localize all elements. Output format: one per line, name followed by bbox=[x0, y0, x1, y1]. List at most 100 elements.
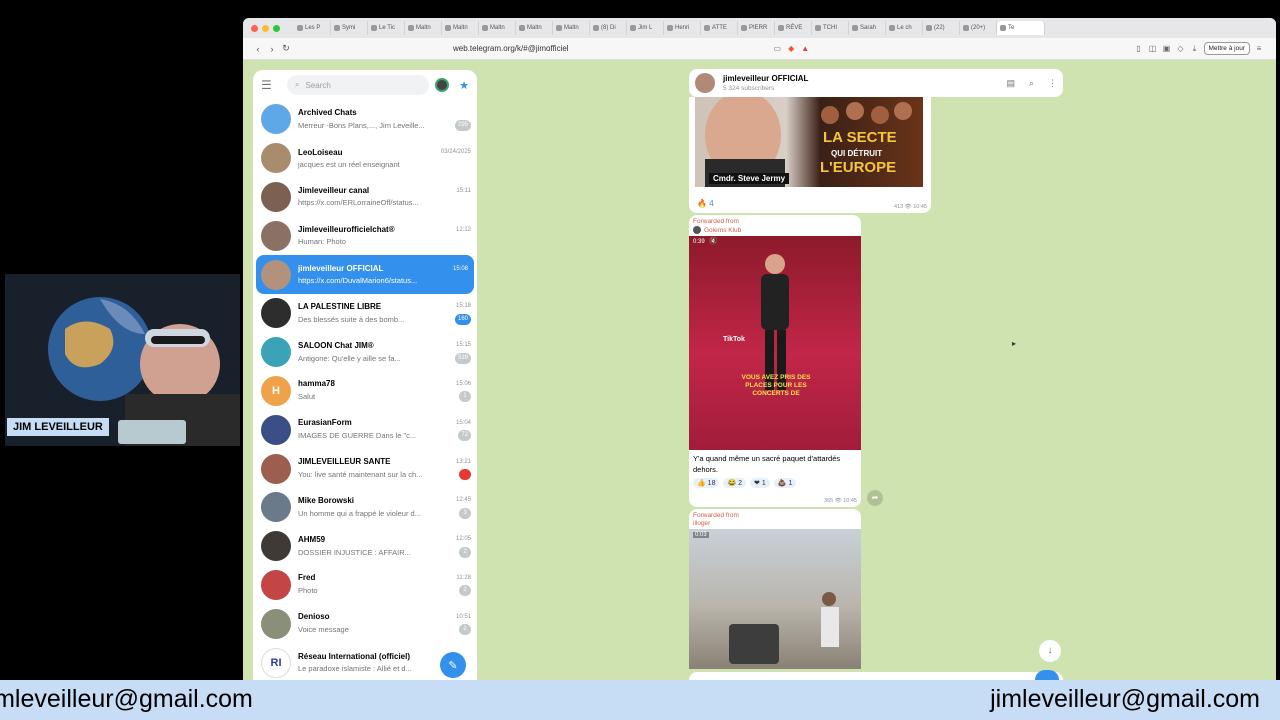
chat-list-item[interactable]: SALOON Chat JIM® 15:15 Antigone: Qu'elle y… bbox=[253, 333, 477, 372]
reaction-3[interactable]: ❤ 1 bbox=[750, 478, 770, 488]
chat-list-item[interactable]: Fred 11:28 Photo 2 bbox=[253, 566, 477, 605]
video-frame-art bbox=[729, 592, 839, 664]
forward-source[interactable]: Golems Klub bbox=[689, 225, 861, 236]
reaction-1[interactable]: 👍 18 bbox=[693, 478, 720, 488]
discussion-icon[interactable]: ▤ bbox=[1006, 78, 1015, 89]
chat-list-item[interactable]: Jimleveilleur canal 15:11 https://x.com/ER… bbox=[253, 178, 477, 217]
chat-avatar bbox=[261, 337, 291, 368]
chat-list-item[interactable]: AHM59 12:05 DOSSIER INJUSTICE : AFFAIR... 2 bbox=[253, 527, 477, 566]
chat-list-item[interactable]: Archived Chats Merreur -Bons Plans,..., J… bbox=[253, 100, 477, 139]
chat-list-item[interactable]: EurasianForm 15:04 IMAGES DE GUERRE Dans l… bbox=[253, 410, 477, 449]
cast-icon[interactable]: ▭ bbox=[772, 44, 782, 53]
chat-list-item[interactable]: jimleveilleur OFFICIAL 15:08 https://x.com… bbox=[256, 255, 474, 294]
brave-shield-icon[interactable]: ◆ bbox=[786, 44, 796, 53]
chat-preview: Human: Photo bbox=[298, 237, 346, 247]
browser-tab[interactable]: Symi bbox=[331, 21, 368, 35]
minimize-window-button[interactable] bbox=[262, 24, 269, 32]
extensions-icon[interactable]: ◫ bbox=[1148, 44, 1158, 53]
chat-name: LeoLoiseau bbox=[298, 147, 343, 157]
chat-avatar: H bbox=[261, 375, 291, 406]
url-input[interactable]: web.telegram.org/k/#@jimofficiel bbox=[453, 44, 772, 53]
browser-tab[interactable]: Maltn bbox=[479, 21, 516, 35]
sidebar-icon[interactable]: ▯ bbox=[1134, 44, 1144, 53]
maximize-window-button[interactable] bbox=[273, 24, 280, 32]
more-options-icon[interactable]: ⋮ bbox=[1048, 78, 1057, 89]
scroll-down-icon[interactable]: ↓ bbox=[1039, 640, 1061, 662]
chat-list-item[interactable]: Mike Borowski 12:45 Un homme qui a frappé … bbox=[253, 488, 477, 527]
chat-preview: https://x.com/ERLorraineOff/status... bbox=[298, 198, 419, 208]
browser-tab[interactable]: PIERR bbox=[738, 21, 775, 35]
video-player[interactable]: 0:39 🔇 TikTok VOUS AVEZ PRIS DES PLACES … bbox=[689, 236, 861, 450]
tab-favicon-icon bbox=[667, 25, 673, 31]
search-icon[interactable]: ⌕ bbox=[1029, 78, 1034, 89]
chat-name: SALOON Chat JIM® bbox=[298, 340, 374, 350]
update-button[interactable]: Mettre à jour bbox=[1203, 42, 1250, 55]
compose-pencil-icon[interactable]: ✎ bbox=[440, 652, 466, 678]
browser-tab[interactable]: Maltn bbox=[405, 21, 442, 35]
story-avatar-icon[interactable] bbox=[435, 78, 450, 92]
chat-list-item[interactable]: JIMLEVEILLEUR SANTE 13:21 You: live santé … bbox=[253, 449, 477, 488]
chat-time: 15:18 bbox=[455, 303, 471, 310]
browser-tab[interactable]: Sarah bbox=[849, 21, 886, 35]
chat-name: Archived Chats bbox=[298, 107, 357, 117]
share-icon[interactable]: ➦ bbox=[867, 490, 883, 506]
browser-tab[interactable]: Maltn bbox=[442, 21, 479, 35]
browser-tab[interactable]: Te bbox=[997, 21, 1045, 35]
menu-icon[interactable]: ≡ bbox=[1254, 44, 1264, 53]
browser-tab[interactable]: (22) bbox=[923, 21, 960, 35]
tab-label: (8) Di bbox=[601, 25, 616, 31]
hamburger-menu-icon[interactable]: ☰ bbox=[261, 78, 281, 92]
close-window-button[interactable] bbox=[251, 24, 258, 32]
browser-tab[interactable]: RÉVE bbox=[775, 21, 812, 35]
search-input[interactable]: ⌕ Search bbox=[287, 75, 430, 95]
chat-header[interactable]: jimleveilleur OFFICIAL 5 324 subscribers… bbox=[689, 69, 1063, 97]
vpn-icon[interactable]: ◇ bbox=[1176, 44, 1186, 53]
tab-favicon-icon bbox=[889, 25, 895, 31]
reactions: 🔥 4 bbox=[693, 199, 718, 208]
tab-label: Jim L bbox=[638, 25, 653, 31]
message-post-2[interactable]: Forwarded from Golems Klub 0:39 🔇 TikTok… bbox=[689, 215, 861, 507]
video-player[interactable]: 0:03 bbox=[689, 529, 861, 669]
chat-list-item[interactable]: Hhamma78 15:06 Salut 1 bbox=[253, 372, 477, 411]
post-image[interactable]: LA SECTE QUI DÉTRUIT L'EUROPE Cmdr. Stev… bbox=[695, 97, 923, 187]
browser-tab[interactable]: TCHI bbox=[812, 21, 849, 35]
browser-tab[interactable]: Les P bbox=[294, 21, 331, 35]
sidebar-header: ☰ ⌕ Search ★ bbox=[253, 70, 477, 100]
browser-tab[interactable]: Maltn bbox=[553, 21, 590, 35]
reaction-2[interactable]: 😂 2 bbox=[723, 478, 747, 488]
message-post-3[interactable]: Forwarded from illoger 0:03 bbox=[689, 509, 861, 669]
tab-favicon-icon bbox=[963, 25, 969, 31]
chat-list-item[interactable]: LeoLoiseau 03/24/2025 jacques est un réel … bbox=[253, 139, 477, 178]
browser-tab[interactable]: (20+) bbox=[960, 21, 997, 35]
chat-name: LA PALESTINE LIBRE bbox=[298, 301, 382, 311]
chat-list-item[interactable]: Jimleveilleurofficielchat® 12:12 Human: Ph… bbox=[253, 216, 477, 255]
browser-tab[interactable]: Jim L bbox=[627, 21, 664, 35]
tab-strip: Les P Symi Le Tic Maltn Maltn Maltn Maltn Maltn… bbox=[294, 21, 1045, 35]
unread-badge: 160 bbox=[454, 313, 471, 325]
reaction-4[interactable]: 💩 1 bbox=[773, 478, 797, 488]
forwarded-label: Forwarded from bbox=[693, 512, 739, 519]
forward-source[interactable]: illoger bbox=[689, 519, 861, 529]
send-button[interactable] bbox=[1035, 670, 1059, 680]
browser-tab[interactable]: Henri bbox=[664, 21, 701, 35]
reload-icon[interactable]: ↻ bbox=[279, 43, 293, 54]
chat-list-item[interactable]: Denioso 10:51 Voice message 2 bbox=[253, 604, 477, 643]
star-icon[interactable]: ★ bbox=[459, 79, 469, 92]
chat-list-item[interactable]: LA PALESTINE LIBRE 15:18 Des blessés suite… bbox=[253, 294, 477, 333]
message-input-bar[interactable] bbox=[689, 672, 1063, 680]
browser-tab[interactable]: ATTE bbox=[701, 21, 738, 35]
browser-tab[interactable]: Maltn bbox=[516, 21, 553, 35]
browser-tab[interactable]: Le Tic bbox=[368, 21, 405, 35]
fire-reaction[interactable]: 🔥 4 bbox=[697, 199, 714, 208]
channel-avatar[interactable] bbox=[695, 73, 715, 93]
forward-icon[interactable]: › bbox=[265, 44, 279, 54]
chat-name: hamma78 bbox=[298, 379, 335, 389]
back-icon[interactable]: ‹ bbox=[251, 44, 265, 54]
brave-rewards-icon[interactable]: ▲ bbox=[800, 44, 810, 53]
wallet-icon[interactable]: ▣ bbox=[1162, 44, 1172, 53]
downloads-icon[interactable]: ⤓ bbox=[1190, 44, 1200, 54]
browser-tab[interactable]: (8) Di bbox=[590, 21, 627, 35]
tab-label: Maltn bbox=[527, 25, 542, 31]
message-post-1[interactable]: LA SECTE QUI DÉTRUIT L'EUROPE Cmdr. Stev… bbox=[689, 97, 931, 213]
browser-tab[interactable]: Le ch bbox=[886, 21, 923, 35]
